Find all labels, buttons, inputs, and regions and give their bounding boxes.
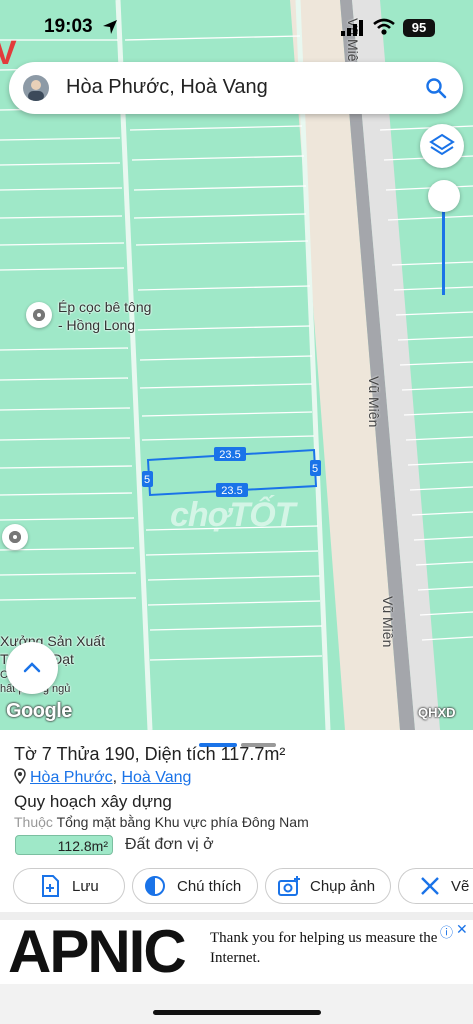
poi-pin-icon[interactable]	[2, 524, 28, 550]
opacity-slider-handle[interactable]	[428, 180, 460, 212]
belongs-value: Tổng mặt bằng Khu vực phía Đông Nam	[56, 814, 309, 830]
plot-top-length-text: 23.5	[219, 449, 240, 461]
plot-right-width-text: 5	[312, 463, 318, 475]
search-bar[interactable]: Hòa Phước, Hoà Vang	[9, 62, 463, 114]
wifi-icon	[373, 18, 395, 35]
land-use-type: Đất đơn vị ở	[125, 836, 214, 853]
status-time: 19:03	[44, 16, 93, 37]
info-panel: Tờ 7 Thửa 190, Diện tích 117.7m² Hòa Phư…	[0, 730, 473, 916]
layers-icon	[429, 133, 455, 156]
plan-title: Quy hoạch xây dựng	[14, 792, 172, 811]
ad-banner[interactable]: APNIC Thank you for helping us measure t…	[0, 920, 473, 984]
parcel-address: Hòa Phước, Hoà Vang	[14, 768, 191, 787]
draw-button[interactable]: Vẽ	[398, 868, 473, 904]
location-arrow-icon	[103, 20, 117, 34]
layers-button[interactable]	[420, 124, 464, 168]
area-badge: 112.8m²	[15, 835, 113, 855]
opacity-slider-track[interactable]	[442, 210, 445, 295]
qhxd-badge: QHXD	[418, 705, 456, 720]
status-bar: 19:03 95	[0, 0, 473, 56]
poi-label-ep-coc[interactable]: Ép cọc bê tông - Hồng Long	[58, 298, 151, 334]
home-bar	[0, 984, 473, 1024]
expand-up-button[interactable]	[6, 642, 58, 694]
save-button[interactable]: Lưu	[13, 868, 125, 904]
road-label-2: Vũ Miên	[366, 376, 382, 428]
poi-line: - Hồng Long	[58, 317, 136, 333]
ad-brand-logo: APNIC	[8, 918, 187, 985]
plot-left-width-text: 5	[144, 474, 150, 486]
chevron-up-icon	[23, 662, 41, 673]
ad-info-icon[interactable]: ⓘ	[440, 922, 453, 941]
google-logo: Google	[6, 700, 72, 722]
home-indicator[interactable]	[153, 1010, 321, 1015]
add-photo-icon	[278, 876, 300, 896]
location-pin-icon	[14, 768, 26, 785]
parcel-title: Tờ 7 Thửa 190, Diện tích 117.7m²	[14, 744, 286, 764]
district-link[interactable]: Hoà Vang	[121, 769, 191, 786]
signal-icon	[341, 20, 363, 36]
search-icon[interactable]	[425, 77, 447, 99]
battery-indicator: 95	[403, 19, 435, 37]
legend-button[interactable]: Chú thích	[132, 868, 258, 904]
belongs-label: Thuộc	[14, 814, 53, 830]
contrast-icon	[145, 876, 165, 896]
ad-text: Thank you for helping us measure the Int…	[210, 930, 438, 966]
poi-line: Ép cọc bê tông	[58, 299, 152, 315]
ward-link[interactable]: Hòa Phước	[30, 769, 113, 786]
avatar[interactable]	[23, 75, 49, 101]
search-input[interactable]: Hòa Phước, Hoà Vang	[66, 76, 268, 99]
road-label-3: Vũ Miên	[380, 596, 396, 648]
ad-close-icon[interactable]: ✕	[456, 921, 468, 938]
plan-belongs: Thuộc Tổng mặt bằng Khu vực phía Đông Na…	[14, 814, 309, 830]
watermark-logo: chợTỐT	[170, 496, 295, 534]
capture-button[interactable]: Chụp ảnh	[265, 868, 391, 904]
save-doc-icon	[42, 875, 59, 897]
poi-pin-icon[interactable]	[26, 302, 52, 328]
draw-tools-icon	[421, 877, 439, 895]
